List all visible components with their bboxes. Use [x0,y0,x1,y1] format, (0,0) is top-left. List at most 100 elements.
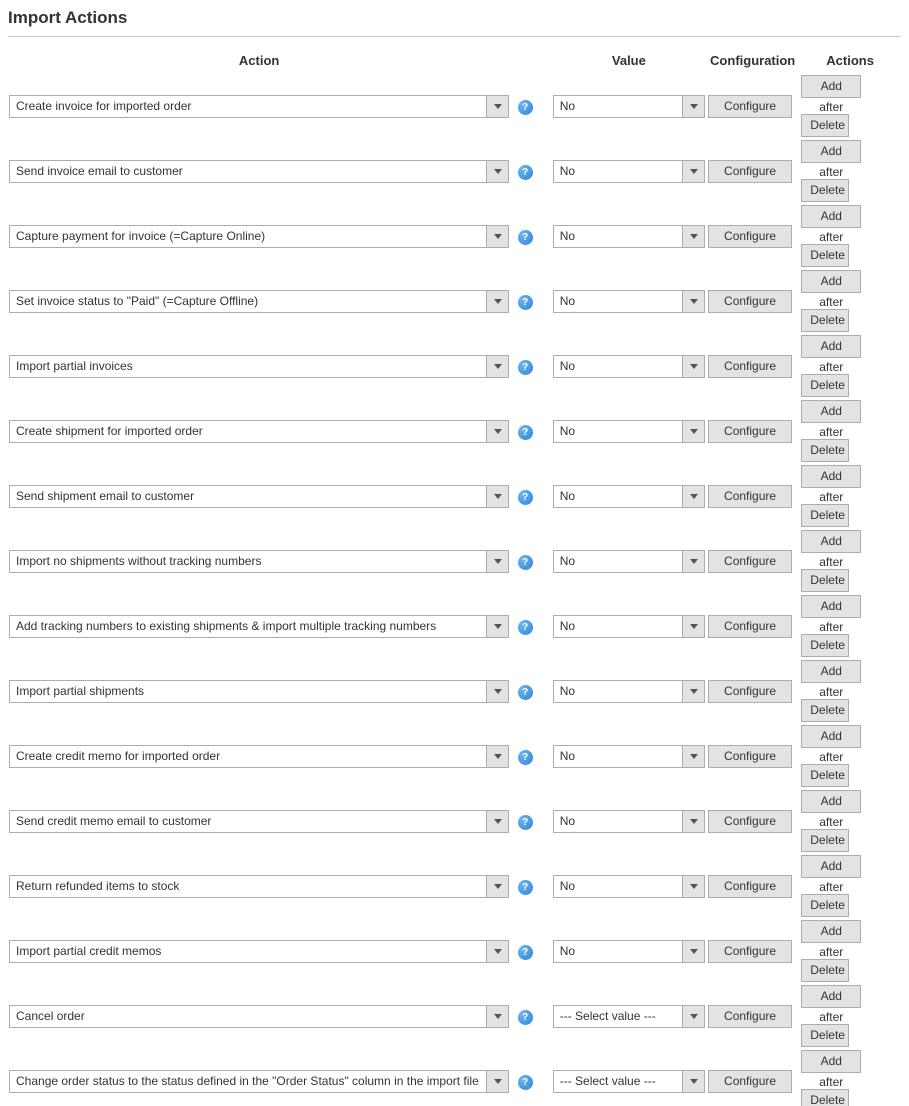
delete-button[interactable]: Delete [801,829,849,852]
add-after-button[interactable]: Add after [801,595,861,618]
add-after-button[interactable]: Add after [801,205,861,228]
chevron-down-icon[interactable] [682,876,704,897]
chevron-down-icon[interactable] [486,616,508,637]
action-select[interactable]: Send shipment email to customer [9,485,509,508]
value-select[interactable]: No [553,680,705,703]
action-select[interactable]: Import partial shipments [9,680,509,703]
delete-button[interactable]: Delete [801,244,849,267]
help-icon[interactable]: ? [518,1075,533,1090]
value-select[interactable]: No [553,95,705,118]
value-select[interactable]: No [553,355,705,378]
delete-button[interactable]: Delete [801,1024,849,1047]
chevron-down-icon[interactable] [682,811,704,832]
action-select[interactable]: Send credit memo email to customer [9,810,509,833]
configure-button[interactable]: Configure [708,680,792,703]
action-select[interactable]: Send invoice email to customer [9,160,509,183]
chevron-down-icon[interactable] [486,486,508,507]
configure-button[interactable]: Configure [708,485,792,508]
delete-button[interactable]: Delete [801,764,849,787]
value-select[interactable]: No [553,225,705,248]
chevron-down-icon[interactable] [682,161,704,182]
value-select[interactable]: No [553,810,705,833]
chevron-down-icon[interactable] [682,941,704,962]
value-select[interactable]: No [553,290,705,313]
value-select[interactable]: --- Select value --- [553,1005,705,1028]
configure-button[interactable]: Configure [708,290,792,313]
chevron-down-icon[interactable] [486,551,508,572]
delete-button[interactable]: Delete [801,309,849,332]
help-icon[interactable]: ? [518,295,533,310]
configure-button[interactable]: Configure [708,355,792,378]
action-select[interactable]: Import partial credit memos [9,940,509,963]
add-after-button[interactable]: Add after [801,75,861,98]
value-select[interactable]: No [553,485,705,508]
action-select[interactable]: Import partial invoices [9,355,509,378]
configure-button[interactable]: Configure [708,745,792,768]
value-select[interactable]: No [553,420,705,443]
add-after-button[interactable]: Add after [801,1050,861,1073]
value-select[interactable]: No [553,160,705,183]
delete-button[interactable]: Delete [801,439,849,462]
help-icon[interactable]: ? [518,945,533,960]
chevron-down-icon[interactable] [682,1006,704,1027]
chevron-down-icon[interactable] [486,226,508,247]
chevron-down-icon[interactable] [682,746,704,767]
action-select[interactable]: Create invoice for imported order [9,95,509,118]
value-select[interactable]: --- Select value --- [553,1070,705,1093]
configure-button[interactable]: Configure [708,225,792,248]
value-select[interactable]: No [553,875,705,898]
chevron-down-icon[interactable] [486,876,508,897]
chevron-down-icon[interactable] [682,681,704,702]
configure-button[interactable]: Configure [708,1070,792,1093]
help-icon[interactable]: ? [518,360,533,375]
chevron-down-icon[interactable] [486,291,508,312]
delete-button[interactable]: Delete [801,699,849,722]
configure-button[interactable]: Configure [708,875,792,898]
action-select[interactable]: Return refunded items to stock [9,875,509,898]
chevron-down-icon[interactable] [486,1071,508,1092]
action-select[interactable]: Set invoice status to "Paid" (=Capture O… [9,290,509,313]
add-after-button[interactable]: Add after [801,530,861,553]
action-select[interactable]: Change order status to the status define… [9,1070,509,1093]
action-select[interactable]: Capture payment for invoice (=Capture On… [9,225,509,248]
chevron-down-icon[interactable] [486,746,508,767]
action-select[interactable]: Create shipment for imported order [9,420,509,443]
chevron-down-icon[interactable] [682,421,704,442]
delete-button[interactable]: Delete [801,959,849,982]
chevron-down-icon[interactable] [682,356,704,377]
add-after-button[interactable]: Add after [801,465,861,488]
delete-button[interactable]: Delete [801,179,849,202]
action-select[interactable]: Cancel order [9,1005,509,1028]
add-after-button[interactable]: Add after [801,725,861,748]
delete-button[interactable]: Delete [801,634,849,657]
help-icon[interactable]: ? [518,100,533,115]
delete-button[interactable]: Delete [801,504,849,527]
configure-button[interactable]: Configure [708,940,792,963]
help-icon[interactable]: ? [518,1010,533,1025]
help-icon[interactable]: ? [518,750,533,765]
configure-button[interactable]: Configure [708,160,792,183]
add-after-button[interactable]: Add after [801,270,861,293]
help-icon[interactable]: ? [518,490,533,505]
chevron-down-icon[interactable] [486,941,508,962]
value-select[interactable]: No [553,940,705,963]
chevron-down-icon[interactable] [486,161,508,182]
add-after-button[interactable]: Add after [801,400,861,423]
delete-button[interactable]: Delete [801,114,849,137]
configure-button[interactable]: Configure [708,810,792,833]
configure-button[interactable]: Configure [708,1005,792,1028]
add-after-button[interactable]: Add after [801,920,861,943]
chevron-down-icon[interactable] [486,356,508,377]
chevron-down-icon[interactable] [486,811,508,832]
delete-button[interactable]: Delete [801,569,849,592]
help-icon[interactable]: ? [518,425,533,440]
chevron-down-icon[interactable] [682,226,704,247]
help-icon[interactable]: ? [518,165,533,180]
help-icon[interactable]: ? [518,815,533,830]
chevron-down-icon[interactable] [486,1006,508,1027]
action-select[interactable]: Create credit memo for imported order [9,745,509,768]
configure-button[interactable]: Configure [708,95,792,118]
chevron-down-icon[interactable] [682,96,704,117]
help-icon[interactable]: ? [518,230,533,245]
delete-button[interactable]: Delete [801,374,849,397]
